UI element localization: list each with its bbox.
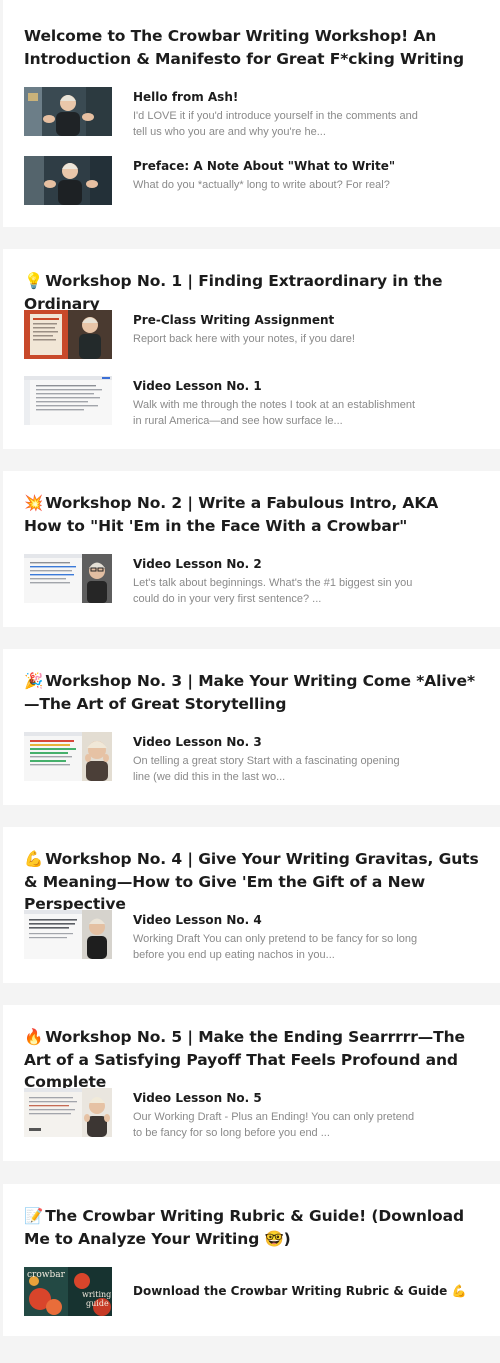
section-workshop-1: 💡 Workshop No. 1 | Finding Extraordinary … (3, 249, 500, 449)
lesson-title: Video Lesson No. 5 (133, 1091, 262, 1105)
lesson-video-3[interactable]: Video Lesson No. 3 On telling a great st… (24, 732, 480, 783)
lesson-description: On telling a great story Start with a fa… (133, 755, 400, 783)
lesson-title: Video Lesson No. 4 (133, 913, 262, 927)
video-thumbnail (24, 732, 112, 781)
rubric-thumb-text-2: writing (82, 1290, 111, 1299)
video-thumbnail (24, 910, 112, 959)
lesson-title: Download the Crowbar Writing Rubric & Gu… (133, 1284, 467, 1298)
section-title: 💥 Workshop No. 2 | Write a Fabulous Intro… (24, 494, 439, 535)
lesson-description: Working Draft You can only pretend to be… (133, 933, 418, 961)
download-thumbnail: crowbar writing guide (24, 1267, 112, 1316)
lesson-description: What do you *actually* long to write abo… (133, 179, 390, 191)
section-title: 🎉 Workshop No. 3 | Make Your Writing Come… (24, 672, 475, 713)
lesson-description: Report back here with your notes, if you… (133, 333, 355, 345)
section-title: 💪 Workshop No. 4 | Give Your Writing Grav… (24, 850, 479, 913)
collision-icon: 💥 (24, 494, 44, 512)
section-title: 📝 The Crowbar Writing Rubric & Guide! (Do… (24, 1207, 464, 1248)
section-workshop-2: 💥 Workshop No. 2 | Write a Fabulous Intro… (3, 471, 500, 627)
lesson-title: Hello from Ash! (133, 90, 239, 104)
video-thumbnail (24, 1088, 112, 1137)
memo-icon: 📝 (24, 1207, 44, 1225)
lesson-hello-from-ash[interactable]: Hello from Ash! I'd LOVE it if you'd int… (24, 87, 480, 138)
video-thumbnail (24, 310, 112, 359)
rubric-thumb-text-1: crowbar (27, 1270, 66, 1280)
lesson-download-rubric[interactable]: crowbar writing guide Download the Crowb… (24, 1267, 480, 1317)
lesson-video-2[interactable]: Video Lesson No. 2 Let's talk about begi… (24, 554, 480, 605)
section-title: 🔥 Workshop No. 5 | Make the Ending Searrr… (24, 1028, 465, 1091)
section-workshop-4: 💪 Workshop No. 4 | Give Your Writing Grav… (3, 827, 500, 983)
lesson-title: Video Lesson No. 2 (133, 557, 262, 571)
rubric-thumb-text-3: guide (86, 1299, 109, 1308)
lesson-video-4[interactable]: Video Lesson No. 4 Working Draft You can… (24, 910, 480, 961)
lesson-title: Pre-Class Writing Assignment (133, 313, 335, 327)
video-thumbnail (24, 87, 112, 136)
lesson-description: I'd LOVE it if you'd introduce yourself … (133, 110, 418, 138)
lesson-preface[interactable]: Preface: A Note About "What to Write" Wh… (24, 156, 480, 206)
lesson-pre-class-assignment[interactable]: Pre-Class Writing Assignment Report back… (24, 310, 480, 360)
lesson-description: Let's talk about beginnings. What's the … (133, 577, 413, 605)
party-popper-icon: 🎉 (24, 672, 44, 690)
lesson-title: Video Lesson No. 3 (133, 735, 262, 749)
section-workshop-3: 🎉 Workshop No. 3 | Make Your Writing Come… (3, 649, 500, 805)
lesson-video-5[interactable]: Video Lesson No. 5 Our Working Draft - P… (24, 1088, 480, 1139)
section-rubric-guide: 📝 The Crowbar Writing Rubric & Guide! (Do… (3, 1184, 500, 1336)
video-thumbnail (24, 156, 112, 205)
flexed-biceps-icon: 💪 (24, 850, 44, 868)
lightbulb-icon: 💡 (24, 272, 44, 290)
lesson-description: Walk with me through the notes I took at… (133, 399, 416, 427)
section-workshop-5: 🔥 Workshop No. 5 | Make the Ending Searrr… (3, 1005, 500, 1161)
lesson-title: Preface: A Note About "What to Write" (133, 159, 396, 173)
section-welcome: Welcome to The Crowbar Writing Workshop!… (3, 0, 500, 227)
lesson-description: Our Working Draft - Plus an Ending! You … (133, 1111, 415, 1139)
video-thumbnail (24, 376, 112, 425)
section-title: 💡 Workshop No. 1 | Finding Extraordinary … (24, 272, 443, 313)
fire-icon: 🔥 (24, 1028, 44, 1046)
lesson-title: Video Lesson No. 1 (133, 379, 262, 393)
video-thumbnail (24, 554, 112, 603)
lesson-video-1[interactable]: Video Lesson No. 1 Walk with me through … (24, 376, 480, 427)
section-title: Welcome to The Crowbar Writing Workshop!… (24, 27, 464, 68)
